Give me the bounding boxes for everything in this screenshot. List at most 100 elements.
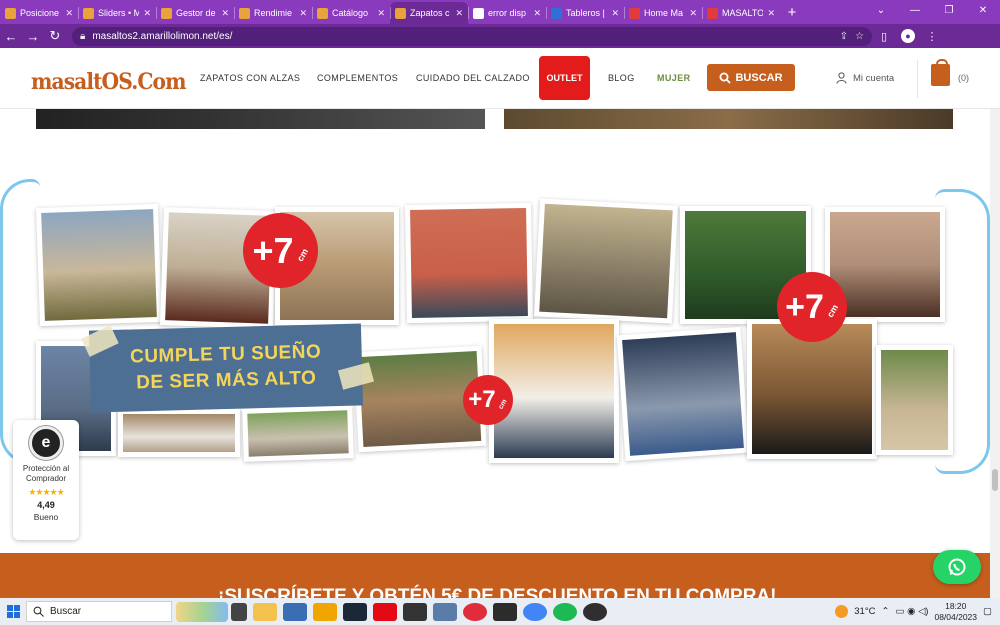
browser-tab[interactable]: Gestor de ✕ — [156, 2, 234, 24]
user-icon — [836, 72, 847, 84]
tab-title: Gestor de — [176, 8, 216, 18]
collage-photo — [35, 203, 163, 327]
task-view-icon[interactable] — [231, 602, 247, 621]
height-badge-unit: cm — [294, 246, 310, 263]
chrome-icon[interactable] — [523, 602, 547, 621]
height-badge: +7 cm — [243, 213, 318, 288]
tab-close-icon[interactable]: ✕ — [299, 8, 307, 19]
weather-icon[interactable] — [835, 605, 849, 618]
height-badge-number: +7 — [785, 288, 824, 326]
close-window-button[interactable]: ✕ — [966, 0, 1000, 24]
browser-tab-strip: Posicione ✕ Sliders • M ✕ Gestor de ✕ Rendimie… — [0, 0, 1000, 24]
tray-chevron-icon[interactable]: ⌃ — [881, 606, 889, 617]
share-icon[interactable]: ⇪ — [840, 31, 848, 42]
browser-tab[interactable]: Rendimie ✕ — [234, 2, 312, 24]
browser-tab[interactable]: Posicione ✕ — [0, 2, 78, 24]
reload-button[interactable]: ↻ — [44, 28, 66, 44]
temperature[interactable]: 31°C — [854, 606, 875, 617]
menu-zapatos-con-alzas[interactable]: ZAPATOS CON ALZAS — [200, 73, 300, 83]
trusted-shops-badge[interactable]: e Protección al Comprador ★★★★★ 4,49 Bue… — [13, 420, 79, 540]
menu-kebab-icon[interactable]: ⋮ — [920, 30, 944, 43]
tab-search-icon[interactable]: ⌄ — [864, 0, 898, 24]
scrollbar-thumb[interactable] — [992, 469, 998, 491]
sublime-text-icon[interactable] — [313, 602, 337, 621]
menu-outlet-button[interactable]: OUTLET — [539, 56, 590, 100]
height-badge: +7 cm — [777, 272, 847, 342]
lock-icon[interactable]: 🔒︎ — [80, 31, 85, 42]
file-explorer-icon[interactable] — [253, 602, 277, 621]
whatsapp-button[interactable] — [933, 550, 981, 584]
taskbar-search-box[interactable]: Buscar — [26, 601, 172, 622]
tab-close-icon[interactable]: ✕ — [221, 8, 229, 19]
netflix-icon[interactable] — [373, 602, 397, 621]
shopping-bag-icon[interactable] — [931, 59, 950, 86]
back-button[interactable]: ← — [0, 29, 22, 44]
clock[interactable]: 18:20 08/04/2023 — [934, 601, 977, 623]
profile-avatar[interactable]: ● — [901, 29, 915, 43]
restore-button[interactable]: ❐ — [932, 0, 966, 24]
browser-tab[interactable]: Home Ma ✕ — [624, 2, 702, 24]
site-logo[interactable]: masaltOS.Com — [31, 69, 187, 95]
virtualbox-icon[interactable] — [283, 602, 307, 621]
tab-title: Rendimie — [254, 8, 293, 18]
tab-close-icon[interactable]: ✕ — [143, 8, 151, 19]
collage-photo — [404, 202, 534, 324]
menu-blog[interactable]: BLOG — [608, 73, 635, 83]
notification-icon[interactable]: ▢ — [983, 606, 992, 617]
forward-button[interactable]: → — [22, 29, 44, 44]
height-badge: +7 cm — [463, 375, 513, 425]
obs-icon[interactable] — [583, 602, 607, 621]
new-tab-button[interactable]: + — [780, 2, 804, 24]
windows-start-icon[interactable] — [0, 598, 26, 625]
browser-tab[interactable]: Tableros | ✕ — [546, 2, 624, 24]
tab-title: error disp — [488, 8, 527, 18]
app-box-icon[interactable] — [433, 602, 457, 621]
steam-icon[interactable] — [343, 602, 367, 621]
browser-tab[interactable]: error disp ✕ — [468, 2, 546, 24]
tab-close-icon[interactable]: ✕ — [767, 8, 775, 19]
tab-close-icon[interactable]: ✕ — [689, 8, 697, 19]
browser-tab[interactable]: Zapatos c ✕ — [390, 2, 468, 24]
trust-label-line-1: Protección al — [22, 464, 70, 473]
tray-icons[interactable]: ▭ ◉ ◁) — [895, 606, 928, 617]
tab-close-icon[interactable]: ✕ — [377, 8, 385, 19]
bookmark-star-icon[interactable]: ☆ — [855, 31, 864, 42]
tab-favicon-icon — [395, 7, 406, 19]
browser-tab[interactable]: Catálogo ✕ — [312, 2, 390, 24]
browser-tab[interactable]: Sliders • M ✕ — [78, 2, 156, 24]
tab-favicon-icon — [473, 7, 484, 19]
tab-close-icon[interactable]: ✕ — [65, 8, 73, 19]
clock-date: 08/04/2023 — [934, 611, 978, 622]
tab-favicon-icon — [83, 7, 94, 19]
collage-photo — [242, 405, 354, 462]
tab-close-icon[interactable]: ✕ — [611, 8, 619, 19]
browser-tab[interactable]: MASALTO ✕ — [702, 2, 780, 24]
tab-title: Posicione — [20, 8, 60, 18]
menu-mujer[interactable]: MUJER — [657, 73, 691, 83]
account-link[interactable]: Mi cuenta — [836, 72, 894, 84]
tab-title: Catálogo — [332, 8, 369, 18]
spotify-icon[interactable] — [553, 602, 577, 621]
menu-cuidado-del-calzado[interactable]: CUIDADO DEL CALZADO — [416, 73, 530, 83]
app-red-icon[interactable] — [463, 602, 487, 621]
tab-close-icon[interactable]: ✕ — [533, 8, 541, 19]
taskbar-search-icon — [33, 606, 44, 617]
windows-taskbar: Buscar 31°C ⌃ ▭ ◉ ◁) 18:20 08/04/2023 ▢ — [0, 598, 1000, 625]
window-controls: ⌄ — ❐ ✕ — [864, 0, 1000, 24]
davinci-icon[interactable] — [493, 602, 517, 621]
app-s-icon[interactable] — [403, 602, 427, 621]
menu-complementos[interactable]: COMPLEMENTOS — [317, 73, 398, 83]
browser-toolbar: ← → ↻ 🔒︎ masaltos2.amarillolimon.net/es/… — [0, 24, 1000, 48]
tab-title: Home Ma — [644, 8, 684, 18]
minimize-button[interactable]: — — [898, 0, 932, 24]
page-scrollbar[interactable] — [990, 109, 1000, 598]
tab-close-icon[interactable]: ✕ — [455, 8, 463, 19]
collage-photo — [534, 198, 678, 324]
annotation-bracket-right — [935, 189, 990, 474]
whatsapp-icon — [948, 558, 966, 576]
side-panel-icon[interactable]: ▯ — [872, 30, 896, 43]
tab-title: Sliders • M — [98, 8, 140, 18]
address-bar[interactable]: 🔒︎ masaltos2.amarillolimon.net/es/ ⇪ ☆ — [72, 26, 872, 46]
page-content: +7 cm +7 cm +7 cm CUMPLE TU SUEÑO DE SER… — [0, 109, 990, 598]
search-button[interactable]: BUSCAR — [707, 64, 795, 91]
